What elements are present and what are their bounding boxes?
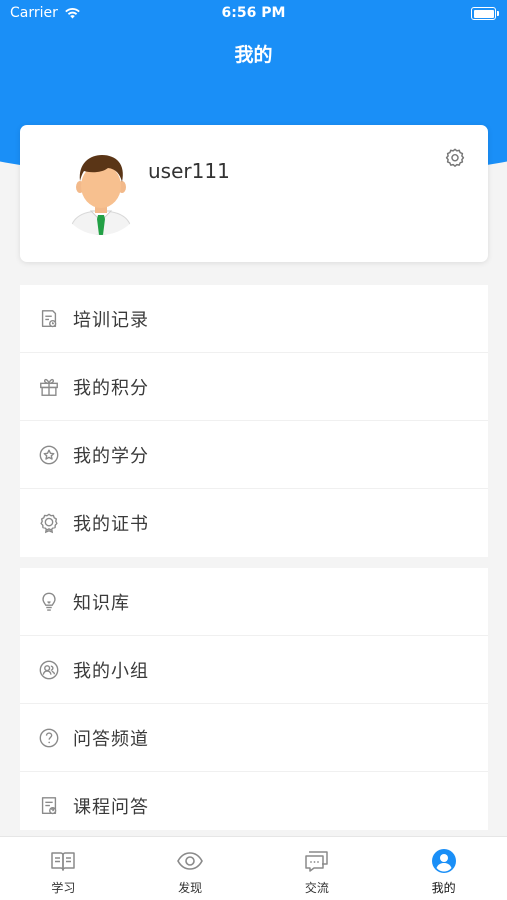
- certificate-badge-icon: [37, 511, 61, 535]
- screen: Carrier 6:56 PM 我的 user111 培训记录 我的积分 我的学…: [0, 0, 507, 900]
- menu-label: 知识库: [73, 592, 130, 614]
- tab-mine[interactable]: 我的: [380, 837, 507, 900]
- menu-group-records: 培训记录 我的积分 我的学分 我的证书: [20, 285, 488, 557]
- menu-label: 课程问答: [73, 797, 149, 818]
- chat-icon: [303, 847, 331, 875]
- gear-icon: [445, 148, 465, 167]
- tab-study[interactable]: 学习: [0, 837, 127, 900]
- book-icon: [49, 847, 77, 875]
- group-icon: [37, 658, 61, 682]
- question-circle-icon: [37, 726, 61, 750]
- page-title: 我的: [234, 44, 273, 66]
- menu-item-knowledge-base[interactable]: 知识库: [20, 568, 488, 636]
- status-time: 6:56 PM: [221, 5, 286, 21]
- profile-card[interactable]: user111: [20, 125, 488, 262]
- lightbulb-icon: [37, 590, 61, 614]
- tab-communicate[interactable]: 交流: [254, 837, 381, 900]
- menu-item-my-credits[interactable]: 我的学分: [20, 421, 488, 489]
- user-icon: [430, 847, 458, 875]
- battery-icon: [471, 7, 499, 20]
- menu-item-qa-channel[interactable]: 问答频道: [20, 704, 488, 772]
- tab-discover[interactable]: 发现: [127, 837, 254, 900]
- avatar[interactable]: [58, 149, 144, 235]
- tab-label: 发现: [178, 881, 203, 895]
- menu-label: 问答频道: [73, 728, 149, 750]
- menu-label: 培训记录: [73, 309, 149, 331]
- menu-label: 我的积分: [73, 377, 149, 399]
- menu-label: 我的证书: [73, 514, 149, 535]
- gift-icon: [37, 375, 61, 399]
- course-qa-icon: [37, 794, 61, 818]
- eye-icon: [176, 847, 204, 875]
- tab-label: 交流: [304, 881, 329, 895]
- menu-group-community: 知识库 我的小组 问答频道 课程问答: [20, 568, 488, 830]
- status-bar: Carrier 6:56 PM: [0, 0, 507, 28]
- star-circle-icon: [37, 443, 61, 467]
- menu-label: 我的小组: [73, 660, 149, 682]
- tab-label: 学习: [51, 881, 76, 895]
- training-record-icon: [37, 307, 61, 331]
- menu-item-my-groups[interactable]: 我的小组: [20, 636, 488, 704]
- settings-button[interactable]: [444, 147, 466, 169]
- menu-item-training-records[interactable]: 培训记录: [20, 285, 488, 353]
- tab-bar: 学习 发现 交流 我的: [0, 836, 507, 900]
- tab-label: 我的: [431, 881, 456, 895]
- menu-label: 我的学分: [73, 445, 149, 467]
- menu-item-course-qa[interactable]: 课程问答: [20, 772, 488, 840]
- username: user111: [148, 159, 230, 183]
- avatar-image: [58, 149, 144, 235]
- menu-item-my-certificates[interactable]: 我的证书: [20, 489, 488, 557]
- menu-item-my-points[interactable]: 我的积分: [20, 353, 488, 421]
